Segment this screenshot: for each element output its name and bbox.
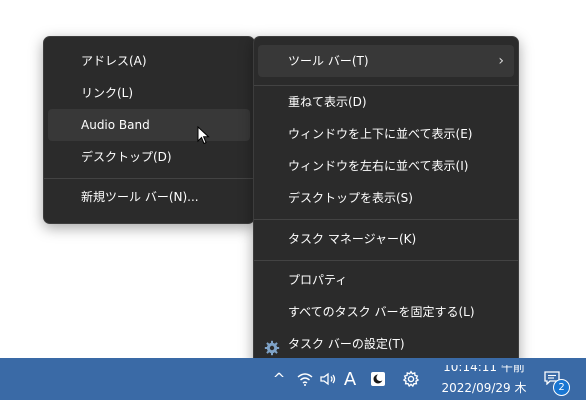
menu-item-properties[interactable]: プロパティ: [258, 264, 514, 296]
submenu-separator: [44, 178, 254, 179]
menu-item-side-by-side-label: ウィンドウを左右に並べて表示(I): [288, 159, 469, 173]
submenu-item-audio-band-label: Audio Band: [81, 118, 150, 132]
taskbar-context-menu: ツール バー(T) › 重ねて表示(D) ウィンドウを上下に並べて表示(E) ウ…: [253, 36, 519, 370]
submenu-item-new-toolbar[interactable]: 新規ツール バー(N)...: [48, 181, 250, 213]
menu-item-cascade-label: 重ねて表示(D): [288, 95, 367, 109]
clock-date: 2022/09/29 木: [441, 381, 527, 395]
ime-indicator-icon[interactable]: A: [340, 358, 360, 400]
toolbar-submenu: アドレス(A) リンク(L) Audio Band デスクトップ(D) 新規ツー…: [43, 36, 255, 224]
submenu-item-desktop[interactable]: デスクトップ(D): [48, 141, 250, 173]
menu-separator-3: [254, 260, 518, 261]
menu-item-lock-taskbar-label: すべてのタスク バーを固定する(L): [288, 305, 475, 319]
gear-icon: [264, 336, 280, 356]
chevron-right-icon: ›: [498, 53, 504, 69]
menu-item-show-desktop[interactable]: デスクトップを表示(S): [258, 182, 514, 214]
menu-item-show-desktop-label: デスクトップを表示(S): [288, 191, 413, 205]
notification-count-badge: 2: [553, 379, 570, 396]
menu-item-stack-label: ウィンドウを上下に並べて表示(E): [288, 127, 473, 141]
wifi-icon[interactable]: [294, 358, 316, 400]
submenu-item-address-label: アドレス(A): [81, 54, 147, 68]
submenu-item-new-toolbar-label: 新規ツール バー(N)...: [81, 190, 199, 204]
submenu-item-links-label: リンク(L): [81, 86, 134, 100]
submenu-item-address[interactable]: アドレス(A): [48, 45, 250, 77]
notification-center-button[interactable]: 2: [540, 358, 574, 400]
menu-separator-2: [254, 219, 518, 220]
settings-gear-icon[interactable]: [400, 358, 422, 400]
menu-item-task-manager-label: タスク マネージャー(K): [288, 232, 417, 246]
taskbar[interactable]: ^ A 10:14:11 午前 2022/09/29 木 2: [0, 358, 586, 400]
menu-item-side-by-side[interactable]: ウィンドウを左右に並べて表示(I): [258, 150, 514, 182]
submenu-item-audio-band[interactable]: Audio Band: [48, 109, 250, 141]
night-light-icon[interactable]: [367, 358, 389, 400]
menu-item-taskbar-settings-label: タスク バーの設定(T): [288, 337, 405, 351]
clock-time: 10:14:11 午前: [443, 360, 525, 374]
menu-item-toolbars-label: ツール バー(T): [288, 54, 369, 68]
submenu-item-desktop-label: デスクトップ(D): [81, 150, 172, 164]
menu-item-toolbars[interactable]: ツール バー(T) ›: [258, 45, 514, 77]
show-hidden-icons-chevron-icon[interactable]: ^: [270, 358, 288, 400]
menu-item-properties-label: プロパティ: [288, 273, 348, 287]
menu-item-stack[interactable]: ウィンドウを上下に並べて表示(E): [258, 118, 514, 150]
menu-item-task-manager[interactable]: タスク マネージャー(K): [258, 223, 514, 255]
mouse-cursor-icon: [197, 125, 211, 146]
clock[interactable]: 10:14:11 午前 2022/09/29 木: [434, 358, 534, 400]
speaker-icon[interactable]: [318, 358, 340, 400]
submenu-item-links[interactable]: リンク(L): [48, 77, 250, 109]
menu-item-cascade[interactable]: 重ねて表示(D): [258, 86, 514, 118]
menu-item-taskbar-settings[interactable]: タスク バーの設定(T): [258, 328, 514, 360]
menu-item-lock-taskbar[interactable]: すべてのタスク バーを固定する(L): [258, 296, 514, 328]
